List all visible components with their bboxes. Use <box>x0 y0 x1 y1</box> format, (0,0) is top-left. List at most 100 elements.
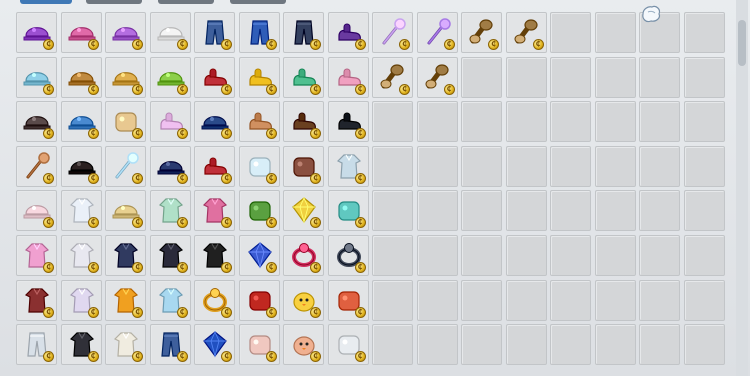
inventory-slot[interactable]: ₵ <box>238 56 280 98</box>
inventory-slot[interactable]: ₵ <box>105 56 146 98</box>
inventory-slot[interactable]: ₵ <box>149 145 191 187</box>
inventory-slot[interactable]: ₵ <box>194 101 235 143</box>
inventory-slot[interactable] <box>372 234 413 276</box>
inventory-slot[interactable]: ₵ <box>60 12 102 53</box>
inventory-slot[interactable] <box>639 324 680 366</box>
inventory-slot[interactable] <box>683 190 725 232</box>
inventory-slot[interactable] <box>683 56 725 98</box>
inventory-slot[interactable] <box>639 190 680 232</box>
inventory-slot[interactable] <box>683 279 725 321</box>
inventory-slot[interactable] <box>372 279 413 321</box>
inventory-slot[interactable]: ₵ <box>194 145 235 187</box>
inventory-slot[interactable] <box>594 190 636 232</box>
inventory-slot[interactable] <box>639 145 680 187</box>
inventory-slot[interactable] <box>461 56 502 98</box>
inventory-slot[interactable] <box>461 234 502 276</box>
inventory-slot[interactable]: ₵ <box>416 56 458 98</box>
inventory-slot[interactable]: ₵ <box>372 12 413 53</box>
inventory-slot[interactable]: ₵ <box>238 234 280 276</box>
inventory-slot[interactable]: ₵ <box>327 145 369 187</box>
inventory-slot[interactable] <box>594 145 636 187</box>
tab-4[interactable] <box>230 0 286 4</box>
inventory-slot[interactable]: ₵ <box>105 12 146 53</box>
inventory-slot[interactable]: ₵ <box>283 234 324 276</box>
inventory-slot[interactable]: ₵ <box>327 190 369 232</box>
inventory-slot[interactable]: ₵ <box>416 12 458 53</box>
inventory-slot[interactable]: ₵ <box>238 324 280 366</box>
inventory-slot[interactable]: ₵ <box>149 279 191 321</box>
inventory-slot[interactable]: ₵ <box>372 56 413 98</box>
inventory-slot[interactable] <box>550 279 591 321</box>
inventory-slot[interactable]: ₵ <box>194 56 235 98</box>
inventory-slot[interactable] <box>594 324 636 366</box>
inventory-slot[interactable]: ₵ <box>283 279 324 321</box>
inventory-slot[interactable]: ₵ <box>16 234 57 276</box>
inventory-slot[interactable] <box>639 101 680 143</box>
inventory-slot[interactable]: ₵ <box>327 279 369 321</box>
inventory-slot[interactable]: ₵ <box>60 279 102 321</box>
inventory-slot[interactable]: ₵ <box>105 324 146 366</box>
inventory-slot[interactable]: ₵ <box>327 12 369 53</box>
inventory-slot[interactable] <box>550 145 591 187</box>
inventory-slot[interactable] <box>683 145 725 187</box>
inventory-slot[interactable] <box>683 12 725 53</box>
inventory-slot[interactable] <box>461 145 502 187</box>
inventory-slot[interactable] <box>505 190 547 232</box>
inventory-slot[interactable] <box>461 324 502 366</box>
inventory-slot[interactable]: ₵ <box>16 145 57 187</box>
inventory-slot[interactable]: ₵ <box>105 101 146 143</box>
inventory-slot[interactable] <box>594 101 636 143</box>
inventory-slot[interactable]: ₵ <box>283 145 324 187</box>
inventory-slot[interactable] <box>505 101 547 143</box>
inventory-slot[interactable] <box>594 56 636 98</box>
inventory-slot[interactable] <box>550 324 591 366</box>
inventory-slot[interactable]: ₵ <box>238 12 280 53</box>
inventory-slot[interactable]: ₵ <box>194 324 235 366</box>
inventory-slot[interactable]: ₵ <box>149 101 191 143</box>
inventory-slot[interactable] <box>594 279 636 321</box>
inventory-slot[interactable]: ₵ <box>283 190 324 232</box>
inventory-slot[interactable] <box>505 56 547 98</box>
inventory-slot[interactable]: ₵ <box>16 279 57 321</box>
inventory-slot[interactable]: ₵ <box>283 324 324 366</box>
inventory-slot[interactable] <box>416 234 458 276</box>
tab-2[interactable] <box>86 0 142 4</box>
inventory-slot[interactable]: ₵ <box>327 56 369 98</box>
inventory-slot[interactable] <box>416 324 458 366</box>
inventory-slot[interactable] <box>505 279 547 321</box>
tab-1[interactable] <box>20 0 72 4</box>
inventory-slot[interactable]: ₵ <box>238 101 280 143</box>
inventory-slot[interactable]: ₵ <box>16 324 57 366</box>
inventory-slot[interactable]: ₵ <box>16 12 57 53</box>
inventory-slot[interactable] <box>461 101 502 143</box>
inventory-slot[interactable]: ₵ <box>505 12 547 53</box>
inventory-slot[interactable]: ₵ <box>60 56 102 98</box>
inventory-slot[interactable] <box>416 101 458 143</box>
inventory-slot[interactable] <box>550 190 591 232</box>
inventory-slot[interactable]: ₵ <box>16 56 57 98</box>
inventory-slot[interactable]: ₵ <box>283 101 324 143</box>
inventory-slot[interactable] <box>416 279 458 321</box>
tab-3[interactable] <box>158 0 214 4</box>
inventory-slot[interactable]: ₵ <box>60 190 102 232</box>
inventory-slot[interactable]: ₵ <box>194 190 235 232</box>
inventory-slot[interactable]: ₵ <box>149 234 191 276</box>
inventory-slot[interactable] <box>550 101 591 143</box>
inventory-slot[interactable] <box>372 145 413 187</box>
inventory-slot[interactable] <box>372 190 413 232</box>
inventory-slot[interactable]: ₵ <box>149 324 191 366</box>
inventory-slot[interactable] <box>505 145 547 187</box>
inventory-slot[interactable] <box>461 279 502 321</box>
inventory-slot[interactable]: ₵ <box>60 234 102 276</box>
inventory-slot[interactable] <box>550 234 591 276</box>
inventory-slot[interactable] <box>505 234 547 276</box>
inventory-slot[interactable]: ₵ <box>283 56 324 98</box>
inventory-slot[interactable] <box>372 324 413 366</box>
inventory-slot[interactable]: ₵ <box>327 324 369 366</box>
inventory-slot[interactable] <box>461 190 502 232</box>
inventory-slot[interactable]: ₵ <box>16 190 57 232</box>
inventory-slot[interactable] <box>550 12 591 53</box>
inventory-slot[interactable]: ₵ <box>238 279 280 321</box>
inventory-slot[interactable]: ₵ <box>149 190 191 232</box>
inventory-slot[interactable] <box>683 101 725 143</box>
